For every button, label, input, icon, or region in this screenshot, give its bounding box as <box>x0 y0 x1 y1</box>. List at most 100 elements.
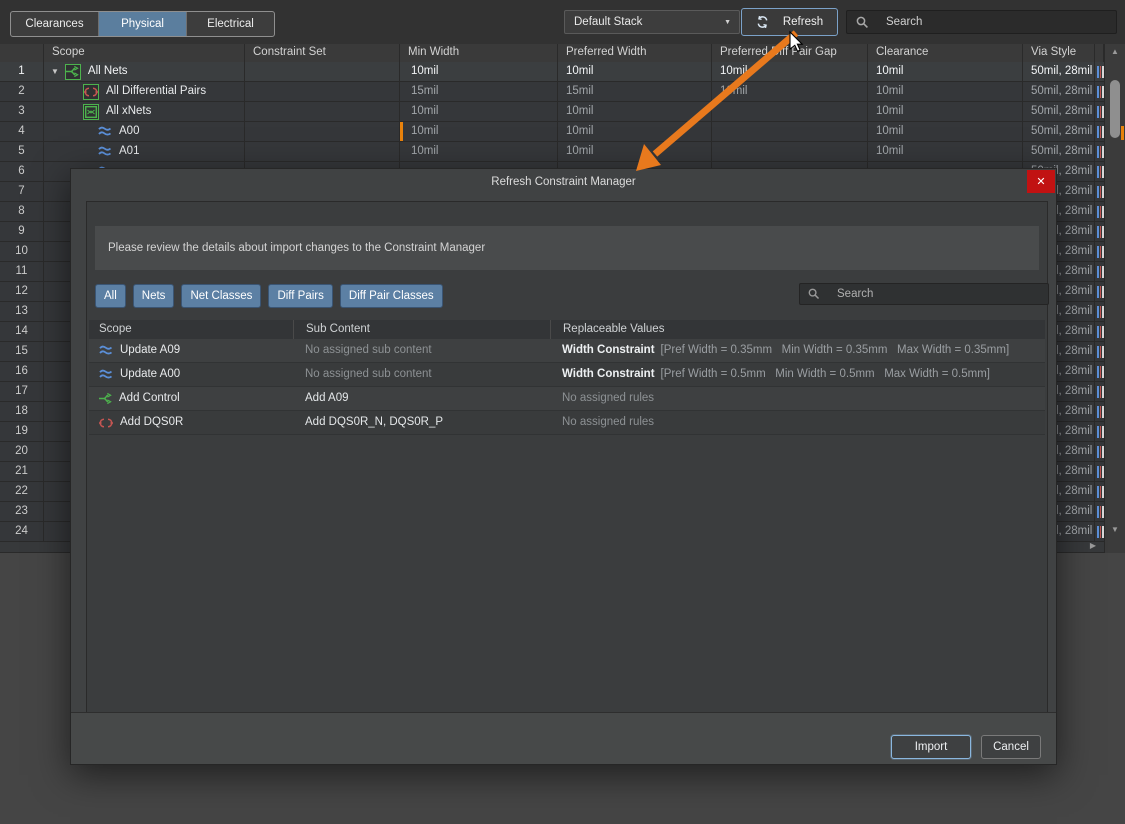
modified-row-marker <box>1121 126 1124 140</box>
column-header-via-style[interactable]: Via Style <box>1023 44 1095 62</box>
table-row[interactable]: 1▼All Nets10mil10mil10mil10mil50mil, 28m… <box>0 62 1104 82</box>
table-row[interactable]: 5A0110mil10mil10mil50mil, 28mil <box>0 142 1104 162</box>
diff-pair-icon <box>83 84 99 100</box>
cell-min-width[interactable]: 10mil <box>400 102 558 121</box>
cell-via-style[interactable]: 50mil, 28mil <box>1023 142 1095 161</box>
sub-content-cell: Add DQS0R_N, DQS0R_P <box>293 411 550 434</box>
row-number: 11 <box>0 262 44 281</box>
filter-button-diff-pairs[interactable]: Diff Pairs <box>268 284 332 308</box>
cell-min-width[interactable]: 10mil <box>400 122 558 141</box>
dialog-column-header-sub-content[interactable]: Sub Content <box>293 320 550 339</box>
filter-button-net-classes[interactable]: Net Classes <box>181 284 261 308</box>
cell-constraint-set[interactable] <box>245 62 400 81</box>
via-span-indicator <box>1095 362 1104 381</box>
row-number: 20 <box>0 442 44 461</box>
tab-electrical[interactable]: Electrical <box>187 12 274 36</box>
cell-min-width[interactable]: 10mil <box>400 62 558 81</box>
cell-preferred-width[interactable]: 10mil <box>558 122 712 141</box>
scroll-up-icon[interactable]: ▲ <box>1105 47 1125 56</box>
xnet-icon <box>83 104 99 120</box>
net-icon <box>99 345 113 356</box>
cell-preferred-diff-pair-gap[interactable]: 10mil <box>712 82 868 101</box>
dialog-table-row[interactable]: Add DQS0RAdd DQS0R_N, DQS0R_PNo assigned… <box>89 411 1045 435</box>
column-header-preferred-width[interactable]: Preferred Width <box>558 44 712 62</box>
filter-button-diff-pair-classes[interactable]: Diff Pair Classes <box>340 284 443 308</box>
dialog-table-row[interactable]: Update A09No assigned sub contentWidth C… <box>89 339 1045 363</box>
table-row[interactable]: 3All xNets10mil10mil10mil50mil, 28mil <box>0 102 1104 122</box>
toolbar: ClearancesPhysicalElectrical Default Sta… <box>0 0 1125 44</box>
cell-constraint-set[interactable] <box>245 82 400 101</box>
filter-button-nets[interactable]: Nets <box>133 284 175 308</box>
column-header-blank[interactable] <box>1095 44 1104 62</box>
expand-icon[interactable]: ▼ <box>51 62 59 81</box>
table-row[interactable]: 4A0010mil10mil10mil50mil, 28mil <box>0 122 1104 142</box>
change-scope-label: Update A00 <box>120 363 180 386</box>
stack-selector-dropdown[interactable]: Default Stack ▼ <box>564 10 740 34</box>
column-header-scope[interactable]: Scope <box>44 44 245 62</box>
refresh-button[interactable]: Refresh <box>741 8 838 36</box>
column-header-clearance[interactable]: Clearance <box>868 44 1023 62</box>
via-span-indicator <box>1095 282 1104 301</box>
tab-clearances[interactable]: Clearances <box>11 12 99 36</box>
replaceable-values-cell: Width Constraint[Pref Width = 0.5mm Min … <box>550 363 1045 386</box>
changes-table: ScopeSub ContentReplaceable Values Updat… <box>89 320 1045 435</box>
tab-physical[interactable]: Physical <box>99 12 187 36</box>
cell-clearance[interactable]: 10mil <box>868 82 1023 101</box>
cell-preferred-width[interactable]: 10mil <box>558 62 712 81</box>
cell-constraint-set[interactable] <box>245 122 400 141</box>
column-header-preferred-diff-pair-gap[interactable]: Preferred Diff Pair Gap <box>712 44 868 62</box>
column-header-min-width[interactable]: Min Width <box>400 44 558 62</box>
cancel-button[interactable]: Cancel <box>981 735 1041 759</box>
filter-button-all[interactable]: All <box>95 284 126 308</box>
via-span-bar <box>1100 226 1102 238</box>
scroll-right-icon[interactable]: ▶ <box>1086 539 1100 552</box>
row-number: 22 <box>0 482 44 501</box>
dialog-table-row[interactable]: Add ControlAdd A09No assigned rules <box>89 387 1045 411</box>
column-header-constraint-set[interactable]: Constraint Set <box>245 44 400 62</box>
cell-clearance[interactable]: 10mil <box>868 102 1023 121</box>
cell-via-style[interactable]: 50mil, 28mil <box>1023 62 1095 81</box>
cell-clearance[interactable]: 10mil <box>868 62 1023 81</box>
via-span-bar <box>1097 226 1099 238</box>
cell-constraint-set[interactable] <box>245 102 400 121</box>
cell-constraint-set[interactable] <box>245 142 400 161</box>
vertical-scrollbar[interactable]: ▲ ▼ <box>1104 44 1125 553</box>
column-header-blank[interactable] <box>0 44 44 62</box>
import-button[interactable]: Import <box>891 735 971 759</box>
cell-clearance[interactable]: 10mil <box>868 142 1023 161</box>
main-search-input[interactable] <box>884 15 1088 29</box>
scope-label: All Differential Pairs <box>106 82 206 101</box>
cell-min-width[interactable]: 15mil <box>400 82 558 101</box>
dialog-column-header-scope[interactable]: Scope <box>89 320 293 339</box>
table-row[interactable]: 2All Differential Pairs15mil15mil10mil10… <box>0 82 1104 102</box>
dialog-search-input[interactable] <box>835 287 1029 301</box>
cell-clearance[interactable]: 10mil <box>868 122 1023 141</box>
cell-via-style[interactable]: 50mil, 28mil <box>1023 102 1095 121</box>
cell-preferred-diff-pair-gap[interactable] <box>712 102 868 121</box>
via-span-bar <box>1097 486 1099 498</box>
via-span-bar <box>1100 106 1102 118</box>
cell-preferred-width[interactable]: 10mil <box>558 102 712 121</box>
cell-via-style[interactable]: 50mil, 28mil <box>1023 82 1095 101</box>
dialog-column-header-replaceable-values[interactable]: Replaceable Values <box>550 320 1045 339</box>
scroll-down-icon[interactable]: ▼ <box>1105 525 1125 534</box>
cell-via-style[interactable]: 50mil, 28mil <box>1023 122 1095 141</box>
via-span-bar <box>1100 186 1102 198</box>
dialog-table-row[interactable]: Update A00No assigned sub contentWidth C… <box>89 363 1045 387</box>
cell-min-width[interactable]: 10mil <box>400 142 558 161</box>
main-search[interactable] <box>846 10 1117 34</box>
scrollbar-thumb[interactable] <box>1110 80 1120 138</box>
changes-table-body: Update A09No assigned sub contentWidth C… <box>89 339 1045 435</box>
via-span-bar <box>1100 446 1102 458</box>
cell-preferred-width[interactable]: 15mil <box>558 82 712 101</box>
cell-preferred-diff-pair-gap[interactable]: 10mil <box>712 62 868 81</box>
row-number: 1 <box>0 62 44 81</box>
row-number: 14 <box>0 322 44 341</box>
via-span-bar <box>1100 486 1102 498</box>
cell-preferred-diff-pair-gap[interactable] <box>712 142 868 161</box>
cell-preferred-width[interactable]: 10mil <box>558 142 712 161</box>
dialog-search[interactable] <box>799 283 1049 305</box>
cell-preferred-diff-pair-gap[interactable] <box>712 122 868 141</box>
via-span-indicator <box>1095 242 1104 261</box>
close-button[interactable]: ✕ <box>1027 170 1055 193</box>
